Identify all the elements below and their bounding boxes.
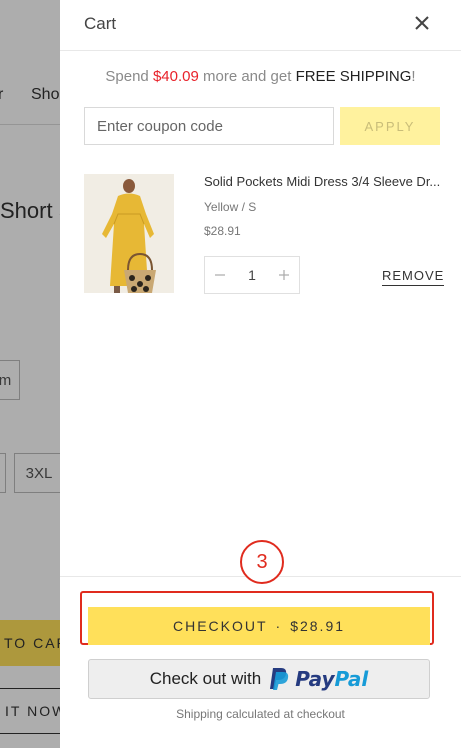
cart-drawer: Cart Spend $40.09 more and get FREE SHIP… — [60, 0, 461, 748]
cart-title: Cart — [84, 14, 117, 33]
paypal-logo-icon — [270, 668, 289, 690]
plus-icon — [279, 270, 289, 280]
checkout-button[interactable]: CHECKOUT · $28.91 — [88, 607, 430, 645]
quantity-stepper: 1 — [204, 256, 300, 294]
paypal-wordmark: PayPal — [295, 667, 368, 691]
shipping-msg-highlight: FREE SHIPPING — [295, 68, 412, 85]
product-thumbnail[interactable] — [84, 174, 174, 293]
annotation-step-badge: 3 — [240, 540, 284, 584]
close-button[interactable] — [411, 12, 433, 34]
shipping-note: Shipping calculated at checkout — [176, 707, 345, 721]
shipping-msg-amount: $40.09 — [152, 68, 199, 85]
paypal-logo: PayPal — [269, 667, 368, 691]
paypal-wordmark-pay: Pay — [295, 667, 335, 691]
paypal-checkout-button[interactable]: Check out with PayPal — [88, 659, 430, 699]
minus-icon — [215, 274, 225, 276]
quantity-increase-button[interactable] — [269, 257, 299, 293]
cart-header: Cart — [60, 0, 461, 51]
cart-item-name[interactable]: Solid Pockets Midi Dress 3/4 Sleeve Dr..… — [204, 174, 444, 189]
checkout-separator: · — [275, 618, 283, 634]
shipping-msg-prefix: Spend — [105, 68, 153, 85]
coupon-code-input[interactable] — [84, 107, 334, 145]
close-icon — [415, 16, 429, 30]
quantity-value[interactable]: 1 — [235, 257, 269, 293]
cart-item-price: $28.91 — [204, 224, 241, 238]
free-shipping-message: Spend $40.09 more and get FREE SHIPPING! — [60, 68, 461, 85]
checkout-label: CHECKOUT — [172, 618, 268, 634]
shipping-msg-middle: more and get — [198, 68, 296, 85]
cart-item-variant: Yellow / S — [204, 200, 257, 214]
product-image — [84, 174, 174, 293]
paypal-label: Check out with — [149, 669, 262, 688]
apply-coupon-button[interactable]: APPLY — [340, 107, 440, 145]
shipping-msg-suffix: ! — [411, 68, 416, 85]
quantity-decrease-button[interactable] — [205, 257, 235, 293]
remove-item-link[interactable]: REMOVE — [382, 268, 445, 286]
paypal-wordmark-pal: Pal — [334, 667, 369, 691]
checkout-total: $28.91 — [290, 618, 346, 634]
